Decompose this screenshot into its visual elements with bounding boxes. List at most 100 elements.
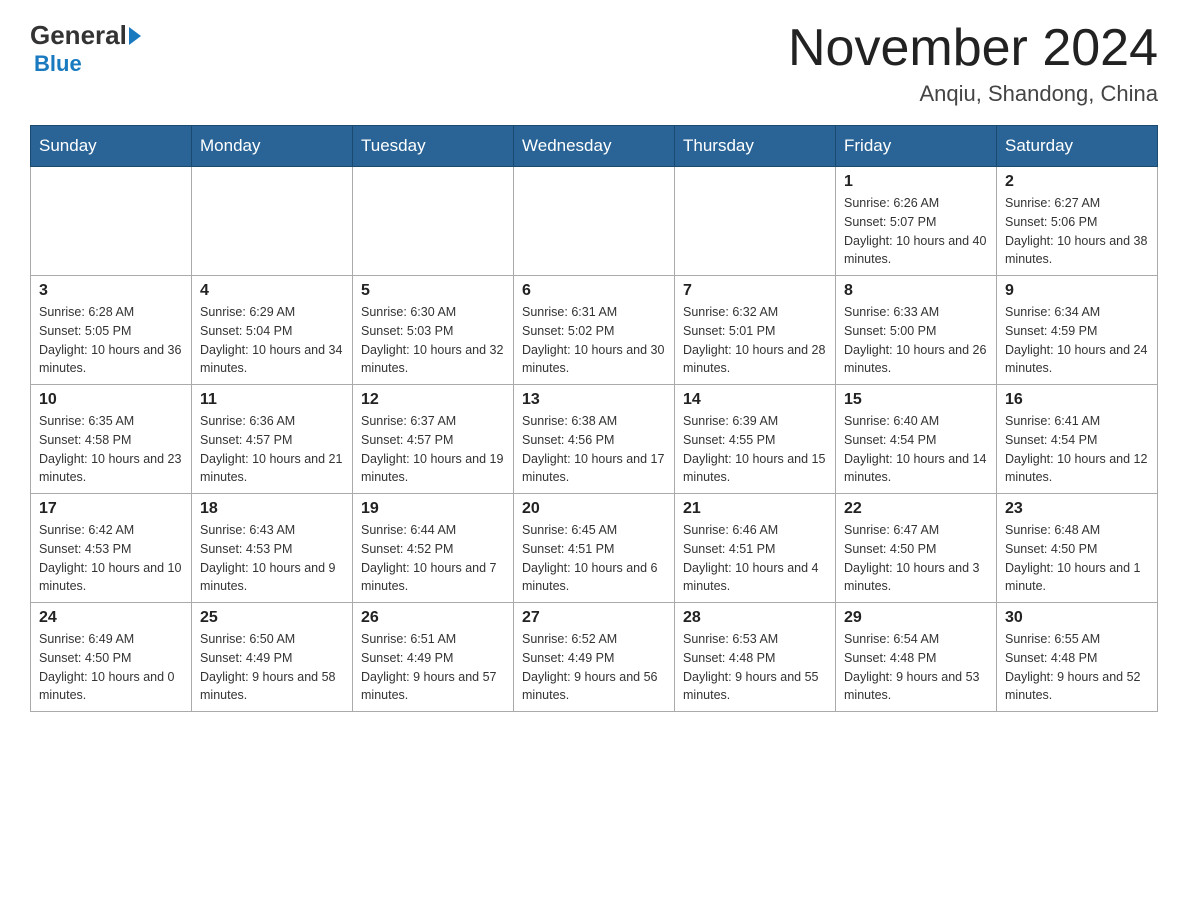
weekday-header-saturday: Saturday [997,126,1158,167]
logo: General [30,20,143,51]
calendar-cell: 16Sunrise: 6:41 AMSunset: 4:54 PMDayligh… [997,385,1158,494]
weekday-header-tuesday: Tuesday [353,126,514,167]
day-info: Sunrise: 6:52 AMSunset: 4:49 PMDaylight:… [522,630,666,705]
calendar-cell: 18 Sunrise: 6:43 AMSunset: 4:53 PMDayligh… [192,494,353,603]
calendar-cell: 6 Sunrise: 6:31 AMSunset: 5:02 PMDaylight… [514,276,675,385]
calendar-cell: 10Sunrise: 6:35 AMSunset: 4:58 PMDayligh… [31,385,192,494]
day-number: 5 [361,282,505,300]
day-number: 23 [1005,500,1149,518]
day-number: 3 [39,282,183,300]
weekday-header-wednesday: Wednesday [514,126,675,167]
day-number: 18 [200,500,344,518]
day-info: Sunrise: 6:48 AMSunset: 4:50 PMDaylight:… [1005,521,1149,596]
day-number: 19 [361,500,505,518]
day-info: Sunrise: 6:49 AMSunset: 4:50 PMDaylight:… [39,630,183,705]
calendar-week-row: 17 Sunrise: 6:42 AMSunset: 4:53 PMDayligh… [31,494,1158,603]
calendar-cell: 4 Sunrise: 6:29 AMSunset: 5:04 PMDaylight… [192,276,353,385]
logo-general-text: General [30,20,127,51]
day-info: Sunrise: 6:38 AMSunset: 4:56 PMDaylight:… [522,412,666,487]
calendar-cell: 30 Sunrise: 6:55 AMSunset: 4:48 PMDayligh… [997,603,1158,712]
weekday-header-sunday: Sunday [31,126,192,167]
day-info: Sunrise: 6:53 AMSunset: 4:48 PMDaylight:… [683,630,827,705]
day-number: 28 [683,609,827,627]
calendar-cell: 1 Sunrise: 6:26 AMSunset: 5:07 PMDaylight… [836,167,997,276]
calendar-cell: 3 Sunrise: 6:28 AMSunset: 5:05 PMDaylight… [31,276,192,385]
day-info: Sunrise: 6:55 AMSunset: 4:48 PMDaylight:… [1005,630,1149,705]
day-info: Sunrise: 6:37 AMSunset: 4:57 PMDaylight:… [361,412,505,487]
location-subtitle: Anqiu, Shandong, China [788,81,1158,107]
calendar-week-row: 10Sunrise: 6:35 AMSunset: 4:58 PMDayligh… [31,385,1158,494]
day-number: 7 [683,282,827,300]
logo-area: General Blue [30,20,143,77]
page-header: General Blue November 2024 Anqiu, Shando… [30,20,1158,107]
title-area: November 2024 Anqiu, Shandong, China [788,20,1158,107]
calendar-cell: 17 Sunrise: 6:42 AMSunset: 4:53 PMDayligh… [31,494,192,603]
day-number: 30 [1005,609,1149,627]
day-number: 16 [1005,391,1149,409]
day-number: 11 [200,391,344,409]
day-number: 29 [844,609,988,627]
calendar-cell [31,167,192,276]
calendar-cell: 13Sunrise: 6:38 AMSunset: 4:56 PMDayligh… [514,385,675,494]
day-info: Sunrise: 6:36 AMSunset: 4:57 PMDaylight:… [200,412,344,487]
weekday-header-monday: Monday [192,126,353,167]
calendar-cell: 7 Sunrise: 6:32 AMSunset: 5:01 PMDaylight… [675,276,836,385]
day-info: Sunrise: 6:40 AMSunset: 4:54 PMDaylight:… [844,412,988,487]
day-number: 22 [844,500,988,518]
day-info: Sunrise: 6:30 AMSunset: 5:03 PMDaylight:… [361,303,505,378]
calendar-cell: 27 Sunrise: 6:52 AMSunset: 4:49 PMDayligh… [514,603,675,712]
day-number: 2 [1005,173,1149,191]
day-info: Sunrise: 6:32 AMSunset: 5:01 PMDaylight:… [683,303,827,378]
calendar-cell: 11 Sunrise: 6:36 AMSunset: 4:57 PMDayligh… [192,385,353,494]
calendar-cell: 21Sunrise: 6:46 AMSunset: 4:51 PMDayligh… [675,494,836,603]
day-info: Sunrise: 6:35 AMSunset: 4:58 PMDaylight:… [39,412,183,487]
day-number: 17 [39,500,183,518]
calendar-cell [353,167,514,276]
calendar-cell: 25 Sunrise: 6:50 AMSunset: 4:49 PMDayligh… [192,603,353,712]
day-info: Sunrise: 6:31 AMSunset: 5:02 PMDaylight:… [522,303,666,378]
weekday-header-friday: Friday [836,126,997,167]
calendar-cell: 24 Sunrise: 6:49 AMSunset: 4:50 PMDayligh… [31,603,192,712]
calendar-cell: 29 Sunrise: 6:54 AMSunset: 4:48 PMDayligh… [836,603,997,712]
calendar-cell: 19Sunrise: 6:44 AMSunset: 4:52 PMDayligh… [353,494,514,603]
calendar-week-row: 24 Sunrise: 6:49 AMSunset: 4:50 PMDayligh… [31,603,1158,712]
day-number: 6 [522,282,666,300]
calendar-week-row: 1 Sunrise: 6:26 AMSunset: 5:07 PMDaylight… [31,167,1158,276]
day-number: 27 [522,609,666,627]
day-info: Sunrise: 6:29 AMSunset: 5:04 PMDaylight:… [200,303,344,378]
day-info: Sunrise: 6:51 AMSunset: 4:49 PMDaylight:… [361,630,505,705]
day-info: Sunrise: 6:26 AMSunset: 5:07 PMDaylight:… [844,194,988,269]
calendar-cell: 23 Sunrise: 6:48 AMSunset: 4:50 PMDayligh… [997,494,1158,603]
calendar-cell: 20 Sunrise: 6:45 AMSunset: 4:51 PMDayligh… [514,494,675,603]
day-info: Sunrise: 6:45 AMSunset: 4:51 PMDaylight:… [522,521,666,596]
day-number: 20 [522,500,666,518]
calendar-cell: 8Sunrise: 6:33 AMSunset: 5:00 PMDaylight… [836,276,997,385]
day-number: 24 [39,609,183,627]
logo-arrow-icon [129,27,141,45]
day-info: Sunrise: 6:54 AMSunset: 4:48 PMDaylight:… [844,630,988,705]
calendar-cell: 15Sunrise: 6:40 AMSunset: 4:54 PMDayligh… [836,385,997,494]
calendar-cell: 2 Sunrise: 6:27 AMSunset: 5:06 PMDaylight… [997,167,1158,276]
day-info: Sunrise: 6:39 AMSunset: 4:55 PMDaylight:… [683,412,827,487]
calendar-table: SundayMondayTuesdayWednesdayThursdayFrid… [30,125,1158,712]
calendar-cell: 5 Sunrise: 6:30 AMSunset: 5:03 PMDaylight… [353,276,514,385]
day-info: Sunrise: 6:34 AMSunset: 4:59 PMDaylight:… [1005,303,1149,378]
logo-blue-text: Blue [34,51,82,76]
calendar-cell [514,167,675,276]
calendar-cell: 9 Sunrise: 6:34 AMSunset: 4:59 PMDaylight… [997,276,1158,385]
weekday-header-row: SundayMondayTuesdayWednesdayThursdayFrid… [31,126,1158,167]
calendar-cell: 28 Sunrise: 6:53 AMSunset: 4:48 PMDayligh… [675,603,836,712]
day-number: 14 [683,391,827,409]
day-info: Sunrise: 6:27 AMSunset: 5:06 PMDaylight:… [1005,194,1149,269]
calendar-cell: 12 Sunrise: 6:37 AMSunset: 4:57 PMDayligh… [353,385,514,494]
calendar-cell [675,167,836,276]
day-number: 9 [1005,282,1149,300]
day-number: 12 [361,391,505,409]
day-number: 25 [200,609,344,627]
day-info: Sunrise: 6:28 AMSunset: 5:05 PMDaylight:… [39,303,183,378]
day-info: Sunrise: 6:50 AMSunset: 4:49 PMDaylight:… [200,630,344,705]
day-info: Sunrise: 6:43 AMSunset: 4:53 PMDaylight:… [200,521,344,596]
day-number: 1 [844,173,988,191]
day-number: 4 [200,282,344,300]
day-info: Sunrise: 6:42 AMSunset: 4:53 PMDaylight:… [39,521,183,596]
